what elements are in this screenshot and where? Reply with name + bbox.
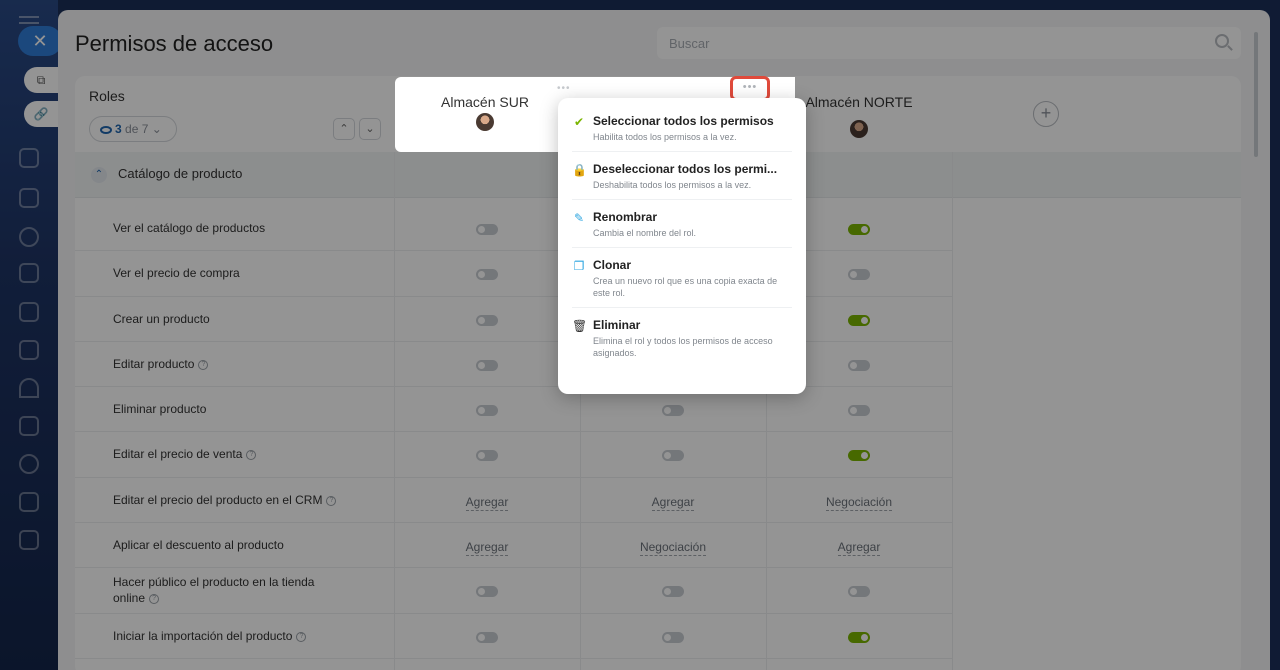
menu-item-title: Seleccionar todos los permisos xyxy=(593,114,774,128)
menu-item-check[interactable]: ✔ Seleccionar todos los permisos Habilita … xyxy=(572,104,792,152)
menu-item-description: Crea un nuevo rol que es una copia exact… xyxy=(593,276,778,298)
menu-item-pencil[interactable]: ✎ Renombrar Cambia el nombre del rol. xyxy=(572,200,792,248)
menu-item-copy[interactable]: ❐ Clonar Crea un nuevo rol que es una copi… xyxy=(572,248,792,308)
menu-item-title: Renombrar xyxy=(593,210,658,224)
menu-item-description: Deshabilita todos los permisos a la vez. xyxy=(593,180,752,190)
role-context-menu: ✔ Seleccionar todos los permisos Habilita … xyxy=(558,98,806,394)
role-name: Almacén SUR xyxy=(441,94,529,110)
check-icon: ✔ xyxy=(573,115,585,129)
menu-item-description: Habilita todos los permisos a la vez. xyxy=(593,132,737,142)
menu-item-trash[interactable]: 🗑 Eliminar Elimina el rol y todos los perm… xyxy=(572,308,792,367)
trash-icon: 🗑 xyxy=(572,319,588,333)
menu-item-title: Deseleccionar todos los permi... xyxy=(593,162,778,176)
copy-icon: ❐ xyxy=(573,259,585,273)
avatar xyxy=(476,113,494,131)
pencil-icon: ✎ xyxy=(573,211,585,225)
lock-icon: 🔒 xyxy=(572,163,587,177)
menu-item-title: Eliminar xyxy=(593,318,641,332)
more-options-icon[interactable]: ••• xyxy=(557,83,571,94)
menu-item-lock[interactable]: 🔒 Deseleccionar todos los permi... Deshabi… xyxy=(572,152,792,200)
menu-item-description: Cambia el nombre del rol. xyxy=(593,228,697,238)
menu-item-title: Clonar xyxy=(593,258,632,272)
menu-item-description: Elimina el rol y todos los permisos de a… xyxy=(593,336,773,358)
